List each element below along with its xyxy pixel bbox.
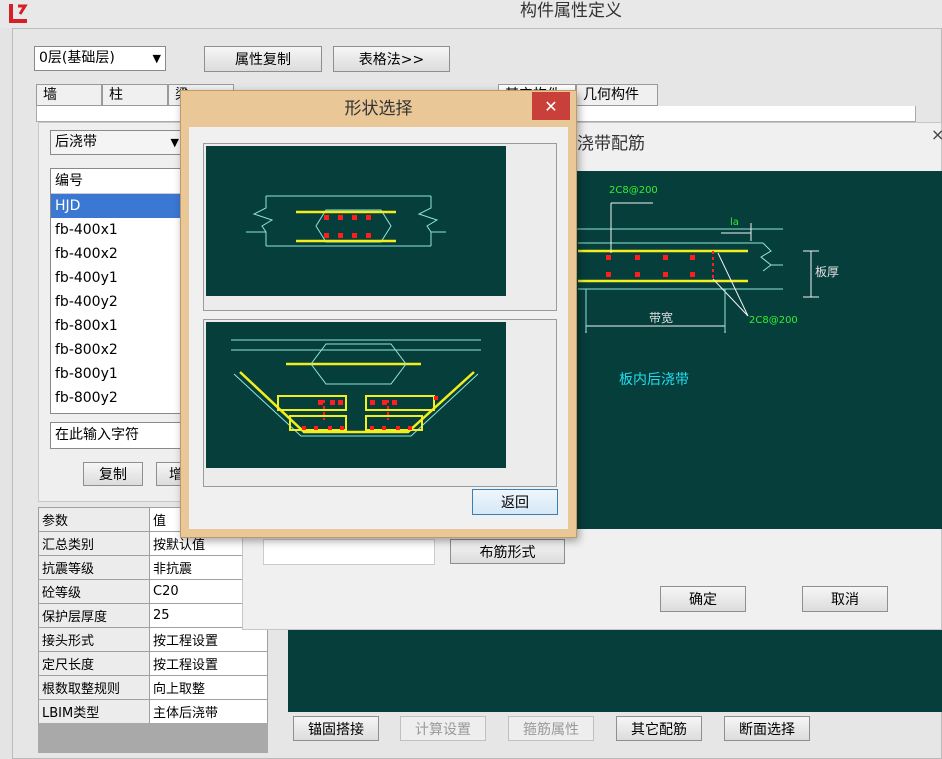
param-key: 砼等级 [38, 579, 150, 604]
list-item[interactable]: fb-400y2 [51, 290, 189, 314]
param-key: 定尺长度 [38, 651, 150, 676]
window-title: 构件属性定义 [520, 1, 622, 21]
list-item[interactable]: HJD [51, 194, 189, 218]
cancel-button[interactable]: 取消 [802, 586, 888, 612]
param-value[interactable]: 按工程设置 [149, 627, 268, 652]
close-icon[interactable]: ✕ [532, 92, 570, 120]
search-input[interactable]: 在此输入字符 [50, 422, 190, 449]
param-value[interactable]: 向上取整 [149, 675, 268, 700]
shape-dialog-title: 形状选择 [344, 99, 413, 119]
table-row[interactable]: 定尺长度 按工程设置 [38, 651, 268, 676]
param-header-key: 参数 [38, 507, 150, 532]
list-item[interactable]: fb-800x1 [51, 314, 189, 338]
param-value[interactable]: 按工程设置 [149, 651, 268, 676]
shape-option-foundation[interactable] [203, 319, 557, 487]
table-row[interactable]: 根数取整规则 向上取整 [38, 675, 268, 700]
shape-slab-svg [246, 195, 446, 247]
list-item[interactable]: fb-400x2 [51, 242, 189, 266]
param-key: 保护层厚度 [38, 603, 150, 628]
ok-button[interactable]: 确定 [660, 586, 746, 612]
param-value[interactable]: 主体后浇带 [149, 699, 268, 724]
component-type-value: 后浇带 [55, 134, 97, 150]
param-key: 汇总类别 [38, 531, 150, 556]
shape-preview-slab [206, 146, 506, 296]
copy-props-button[interactable]: 属性复制 [204, 46, 322, 72]
rebar-input-area[interactable] [263, 539, 435, 565]
search-placeholder: 在此输入字符 [55, 427, 139, 443]
la-label: la [730, 217, 739, 228]
tab-geometry[interactable]: 几何构件 [576, 84, 658, 106]
chevron-down-icon: ▼ [152, 52, 161, 65]
param-key: 抗震等级 [38, 555, 150, 580]
param-key: 根数取整规则 [38, 675, 150, 700]
param-key: LBIM类型 [38, 699, 150, 724]
table-row[interactable]: 接头形式 按工程设置 [38, 627, 268, 652]
copy-button[interactable]: 复制 [83, 462, 143, 486]
shape-option-slab[interactable] [203, 143, 557, 311]
tab-wall[interactable]: 墙 [36, 84, 102, 106]
floor-select-value: 0层(基础层) [39, 50, 115, 66]
stirrup-props-button[interactable]: 箍筋属性 [508, 716, 594, 741]
title-bar: 构件属性定义 [0, 0, 942, 28]
shape-foundation-svg [231, 339, 481, 437]
chevron-down-icon: ▼ [170, 136, 179, 149]
list-item[interactable]: fb-400x1 [51, 218, 189, 242]
list-item[interactable]: fb-800y2 [51, 386, 189, 410]
list-item[interactable]: fb-800x2 [51, 338, 189, 362]
anchor-lap-button[interactable]: 锚固搭接 [293, 716, 379, 741]
thickness-label: 板厚 [815, 265, 840, 279]
param-key: 接头形式 [38, 627, 150, 652]
rebar-dialog-title: 浇带配筋 [577, 134, 645, 154]
params-empty-area [38, 723, 268, 753]
tab-column[interactable]: 柱 [102, 84, 168, 106]
other-rebar-button[interactable]: 其它配筋 [616, 716, 702, 741]
component-list[interactable]: 编号 HJD fb-400x1 fb-400x2 fb-400y1 fb-400… [50, 168, 190, 414]
section-canvas [288, 630, 942, 712]
rebar-layout-button[interactable]: 布筋形式 [450, 539, 565, 564]
floor-select[interactable]: 0层(基础层) ▼ [34, 46, 166, 71]
section-select-button[interactable]: 断面选择 [724, 716, 810, 741]
shape-preview-foundation [206, 322, 506, 468]
calc-settings-button[interactable]: 计算设置 [400, 716, 486, 741]
component-type-select[interactable]: 后浇带 ▼ [50, 130, 190, 155]
shape-dialog: 形状选择 ✕ 返回 [180, 90, 577, 538]
diagram-caption: 板内后浇带 [619, 372, 689, 388]
rebar-top-label: 2C8@200 [609, 185, 658, 196]
params-table: 参数值 汇总类别 按默认值 抗震等级 非抗震 砼等级 C20 保护层厚度 25 接头形式… [38, 507, 268, 724]
list-item[interactable]: fb-400y1 [51, 266, 189, 290]
table-method-button[interactable]: 表格法>> [333, 46, 450, 72]
back-button[interactable]: 返回 [472, 489, 558, 515]
table-row[interactable]: LBIM类型 主体后浇带 [38, 699, 268, 724]
rebar-dialog-close-icon[interactable]: × [931, 125, 942, 144]
list-header: 编号 [51, 169, 189, 194]
rebar-bottom-label: 2C8@200 [749, 315, 798, 326]
table-row[interactable]: 抗震等级 非抗震 [38, 555, 268, 580]
table-row[interactable]: 保护层厚度 25 [38, 603, 268, 628]
list-item[interactable]: fb-800y1 [51, 362, 189, 386]
table-row[interactable]: 砼等级 C20 [38, 579, 268, 604]
width-label: 带宽 [649, 311, 674, 325]
shape-dialog-body: 返回 [189, 127, 568, 529]
